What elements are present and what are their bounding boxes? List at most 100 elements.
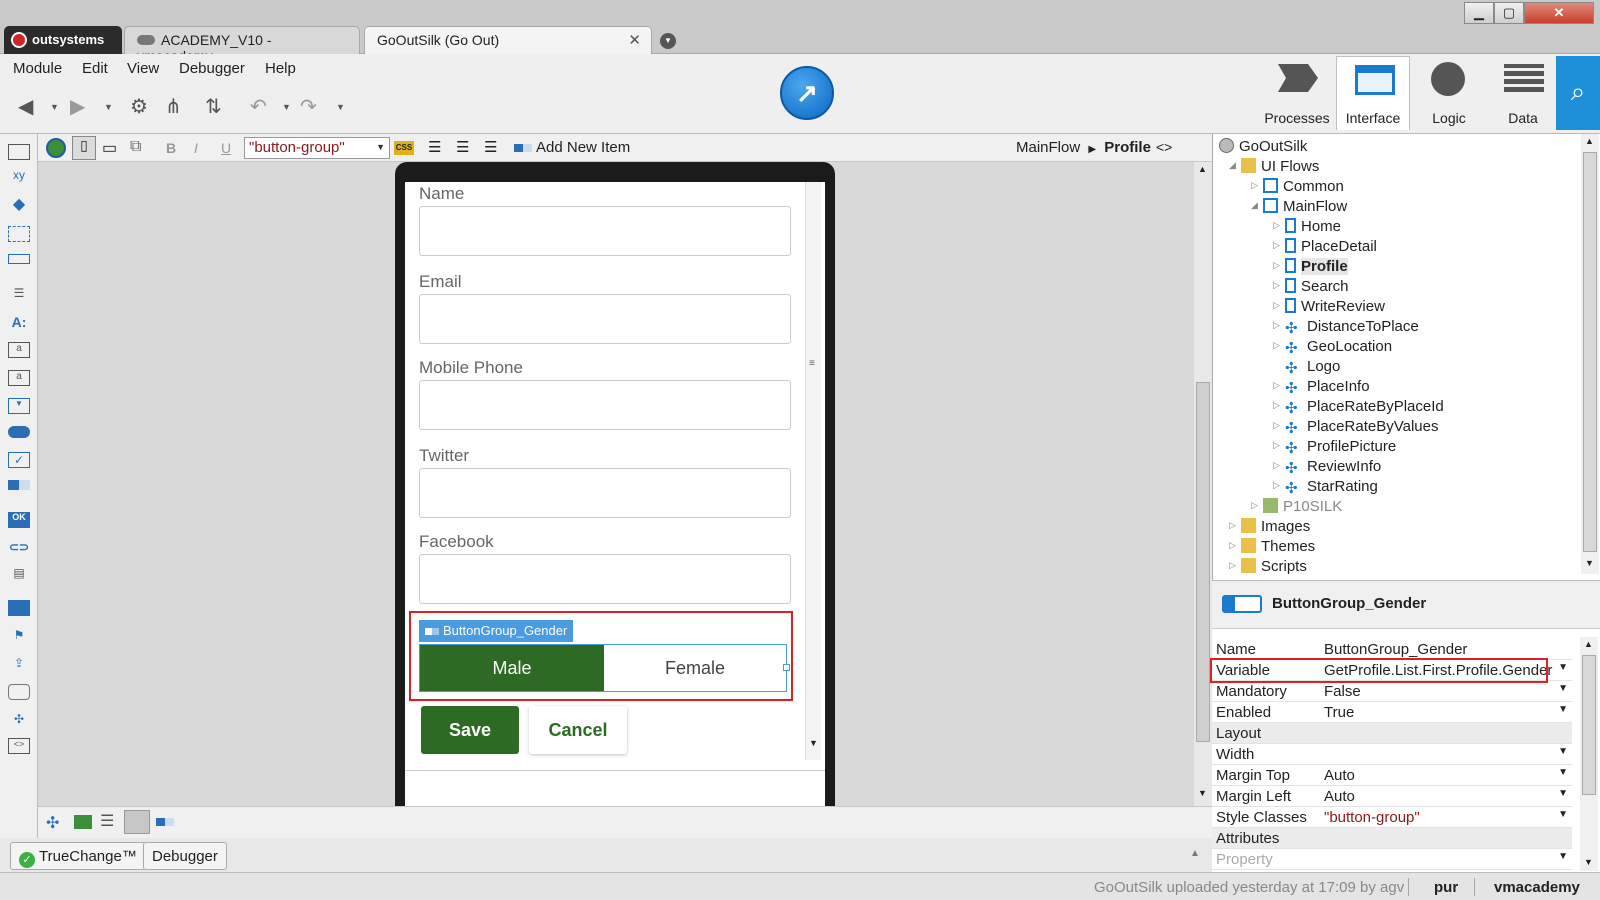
tree-scripts[interactable]: Scripts [1241,558,1307,574]
table-widget-icon[interactable]: ▤ [8,566,30,582]
tree-screen-placedetail[interactable]: PlaceDetail [1285,238,1377,255]
container-widget-icon[interactable] [8,144,30,160]
dropdown-widget-icon[interactable]: ▼ [8,398,30,414]
collapsed-icon[interactable]: ▷ [1273,220,1280,231]
switch-widget-icon[interactable] [8,426,30,438]
textarea-widget-icon[interactable]: a [8,370,30,386]
tablet-view-icon[interactable]: ▭ [102,138,117,158]
html-widget-icon[interactable]: <> [8,738,30,754]
tree-block-placeratebyplaceid[interactable]: ✣ PlaceRateByPlaceId [1285,398,1444,417]
twitter-input[interactable] [419,468,791,518]
menu-edit[interactable]: Edit [82,60,108,77]
collapsed-icon[interactable]: ▷ [1273,380,1280,391]
facebook-input[interactable] [419,554,791,604]
redo-dropdown-icon[interactable]: ▼ [336,102,345,112]
add-new-item-button[interactable]: Add New Item [514,139,630,156]
placeholder-widget-icon[interactable] [8,226,30,242]
tree-block-starrating[interactable]: ✣ StarRating [1285,478,1378,497]
forward-icon[interactable]: ▶ [70,94,85,119]
underline-icon[interactable]: U [221,140,231,156]
phone-view-icon[interactable]: ▯ [72,136,96,160]
collapsed-icon[interactable]: ▷ [1273,420,1280,431]
maximize-button[interactable]: ▢ [1494,2,1524,24]
align-left-icon[interactable]: ☰ [428,138,441,156]
property-row-width[interactable]: Width ▼ [1212,744,1572,765]
text-widget-icon[interactable]: A: [8,314,30,330]
collapsed-icon[interactable]: ▷ [1273,340,1280,351]
collapsed-icon[interactable]: ▷ [1273,320,1280,331]
list-icon[interactable]: ☰ [100,811,114,831]
property-value[interactable]: "button-group" [1324,809,1420,826]
compare-merge-icon[interactable]: ⋔ [165,94,182,119]
back-dropdown-icon[interactable]: ▼ [50,102,59,112]
chevron-down-icon[interactable]: ▼ [1558,767,1568,778]
truechange-tab[interactable]: ✓ TrueChange™ [10,842,146,870]
outsystems-logo[interactable]: outsystems [4,26,122,54]
tree-block-distancetoplace[interactable]: ✣ DistanceToPlace [1285,318,1419,337]
properties-scrollbar[interactable]: ▲ ▼ [1580,637,1598,871]
resize-handle[interactable] [783,664,790,671]
chevron-down-icon[interactable]: ▼ [1558,704,1568,715]
collapsed-icon[interactable]: ▷ [1273,260,1280,271]
publish-icon[interactable]: ⇅ [205,94,222,119]
email-input[interactable] [419,294,791,344]
property-row-name[interactable]: Name ButtonGroup_Gender [1212,639,1572,660]
mobile-phone-input[interactable] [419,380,791,430]
image-widget-icon[interactable] [8,600,30,616]
scroll-thumb[interactable] [1196,382,1210,742]
property-row-margin-left[interactable]: Margin Left Auto ▼ [1212,786,1572,807]
scroll-up-icon[interactable]: ▲ [1198,164,1207,174]
buttongroup-item-icon[interactable] [156,818,174,826]
buttongroup-widget-icon[interactable] [8,480,30,490]
expanded-icon[interactable]: ◢ [1251,200,1258,211]
expanded-icon[interactable]: ◢ [1229,160,1236,171]
scroll-up-icon[interactable]: ▲ [1585,136,1594,146]
one-click-publish-button[interactable]: ↗ [780,66,834,120]
chevron-down-icon[interactable]: ▼ [1558,809,1568,820]
collapsed-icon[interactable]: ▷ [1229,540,1236,551]
upload-widget-icon[interactable]: ⇪ [8,656,30,672]
chevron-down-icon[interactable]: ▼ [1558,662,1568,673]
property-placeholder[interactable]: Property [1216,851,1273,868]
chevron-down-icon[interactable]: ▼ [1558,851,1568,862]
scroll-down-icon[interactable]: ▼ [1584,857,1593,867]
collapsed-icon[interactable]: ▷ [1251,180,1258,191]
male-option[interactable]: Male [420,645,604,691]
phone-scrollbar[interactable]: ≡ ▼ [805,182,821,760]
web-block-icon[interactable]: ✣ [46,813,59,833]
rotate-view-icon[interactable]: ⧉ [130,138,141,156]
forward-dropdown-icon[interactable]: ▼ [104,102,113,112]
property-value[interactable]: True [1324,704,1354,721]
menu-help[interactable]: Help [265,60,296,77]
status-user[interactable]: vmacademy [1494,879,1580,896]
property-row-margin-top[interactable]: Margin Top Auto ▼ [1212,765,1572,786]
undo-dropdown-icon[interactable]: ▼ [282,102,291,112]
scroll-thumb[interactable] [1583,152,1597,552]
nav-data[interactable]: Data [1486,56,1560,130]
tree-images[interactable]: Images [1241,518,1310,535]
css-icon[interactable]: CSS [394,141,414,155]
tab-gooutsilk[interactable]: GoOutSilk (Go Out) ✕ [364,26,652,54]
collapsed-icon[interactable]: ▷ [1273,400,1280,411]
property-value[interactable]: Auto [1324,767,1355,784]
popup-widget-icon[interactable] [8,684,30,700]
property-value[interactable]: ButtonGroup_Gender [1324,641,1467,658]
property-row-style-classes[interactable]: Style Classes "button-group" ▼ [1212,807,1572,828]
tree-screen-search[interactable]: Search [1285,278,1349,295]
scroll-down-icon[interactable]: ▼ [1585,558,1594,568]
save-button[interactable]: Save [421,706,519,754]
tree-scrollbar[interactable]: ▲ ▼ [1581,134,1599,574]
web-block-widget-icon[interactable]: ✣ [8,712,30,728]
chevron-down-icon[interactable]: ▼ [1558,788,1568,799]
property-value[interactable]: Auto [1324,788,1355,805]
redo-icon[interactable]: ↷ [300,94,317,119]
close-window-button[interactable]: ✕ [1524,2,1594,24]
collapsed-icon[interactable]: ▷ [1273,480,1280,491]
menu-module[interactable]: Module [13,60,62,77]
collapsed-icon[interactable]: ▷ [1273,300,1280,311]
tree-block-logo[interactable]: ✣ Logo [1285,358,1340,377]
code-toggle-icon[interactable]: <> [1156,139,1172,155]
chevron-down-icon[interactable]: ▼ [1558,746,1568,757]
flag-widget-icon[interactable]: ⚑ [8,628,30,644]
menu-debugger[interactable]: Debugger [179,60,245,77]
